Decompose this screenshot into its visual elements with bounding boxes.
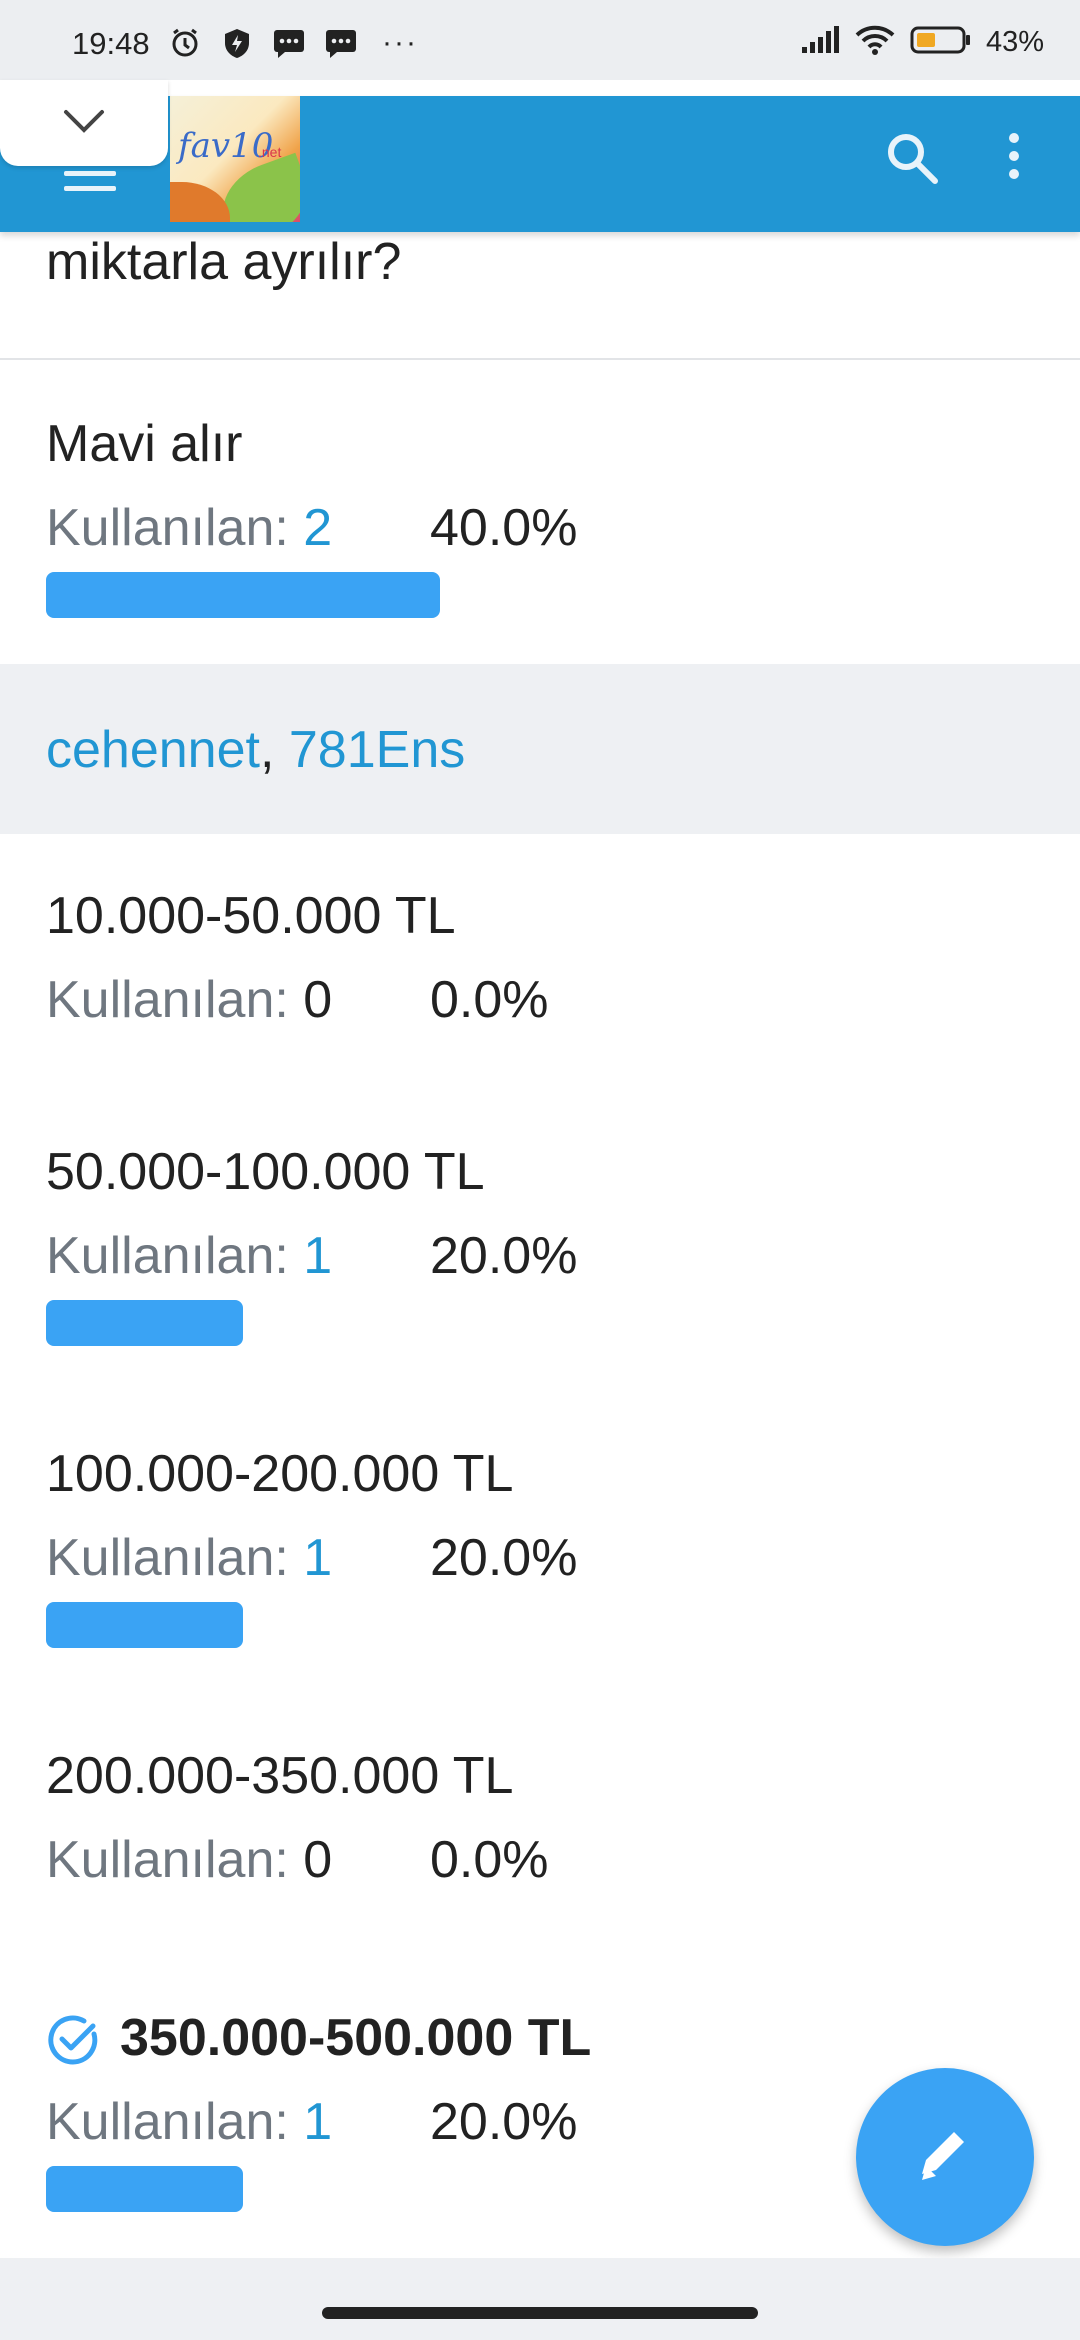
poll-option-percent: 20.0% (430, 1529, 578, 1587)
status-right: 43% (800, 24, 1044, 61)
poll-option-label: Mavi alır (46, 415, 243, 473)
voter-link[interactable]: cehennet (46, 721, 260, 779)
chevron-down-icon (64, 110, 104, 133)
poll-option-used: Kullanılan: 1 (46, 2092, 332, 2152)
poll-option-percent: 20.0% (430, 2093, 578, 2151)
poll-option-used: Kullanılan: 1 (46, 1226, 332, 1286)
poll-option-label: 50.000-100.000 TL (46, 1143, 485, 1201)
poll-option-used: Kullanılan: 0 (46, 970, 332, 1030)
poll-option-bar (46, 1300, 243, 1346)
vote-count-link[interactable]: 1 (303, 1227, 332, 1285)
status-time: 19:48 (72, 26, 150, 61)
logo-leaf (170, 182, 230, 222)
poll-option-bar (46, 2166, 243, 2212)
poll-option-used: Kullanılan: 1 (46, 1528, 332, 1588)
poll-option-label-selected: 350.000-500.000 TL (120, 2009, 592, 2067)
poll-option-label: 200.000-350.000 TL (46, 1747, 514, 1805)
wifi-icon (854, 24, 896, 61)
logo-suffix: .net (258, 144, 282, 160)
site-logo[interactable]: fav10 .net (170, 96, 300, 222)
poll-option-bar (46, 1602, 243, 1648)
search-button[interactable] (882, 128, 942, 188)
voter-link[interactable]: 781Ens (289, 721, 465, 779)
status-bar: 19:48 ··· 43% (0, 0, 1080, 80)
voters-list: cehennet, 781Ens (46, 720, 465, 780)
check-circle-icon (46, 2012, 102, 2068)
bottom-navigation-area (0, 2258, 1080, 2340)
poll-option-percent: 40.0% (430, 499, 578, 557)
vote-count: 0 (303, 971, 333, 1029)
poll-option-label: 100.000-200.000 TL (46, 1445, 514, 1503)
poll-option-percent: 20.0% (430, 1227, 578, 1285)
more-options-button[interactable] (996, 128, 1032, 188)
more-notifications-icon: ··· (382, 26, 418, 59)
used-label: Kullanılan: (46, 1529, 304, 1587)
vote-count-link[interactable]: 1 (303, 2093, 332, 2151)
edit-pencil-icon (922, 2132, 964, 2180)
message-icon (324, 26, 358, 60)
poll-option-bar (46, 572, 440, 618)
used-label: Kullanılan: (46, 1227, 304, 1285)
vote-count-link[interactable]: 1 (303, 1529, 332, 1587)
more-vert-icon (1009, 133, 1019, 179)
home-indicator[interactable] (322, 2307, 758, 2319)
used-label: Kullanılan: (46, 971, 304, 1029)
signal-icon (800, 25, 840, 60)
alarm-icon (168, 26, 202, 60)
collapse-button[interactable] (0, 80, 168, 166)
compose-fab[interactable] (856, 2068, 1034, 2246)
vote-count: 0 (303, 1831, 333, 1889)
used-label: Kullanılan: (46, 499, 304, 557)
search-icon (888, 134, 938, 184)
poll-option-percent: 0.0% (430, 971, 549, 1029)
used-label: Kullanılan: (46, 1831, 304, 1889)
voter-separator: , (259, 721, 289, 779)
status-notification-icons: ··· (168, 26, 418, 60)
poll-option-used: Kullanılan: 2 (46, 498, 332, 558)
message-icon (272, 26, 306, 60)
divider (0, 358, 1080, 360)
poll-question: miktarla ayrılır? (46, 233, 402, 291)
battery-percent: 43% (985, 26, 1044, 58)
vote-count-link[interactable]: 2 (303, 499, 332, 557)
poll-option-label: 10.000-50.000 TL (46, 887, 456, 945)
battery-icon (910, 25, 972, 60)
shield-icon (220, 26, 254, 60)
poll-option-percent: 0.0% (430, 1831, 549, 1889)
poll-option-used: Kullanılan: 0 (46, 1830, 332, 1890)
used-label: Kullanılan: (46, 2093, 304, 2151)
voters-section: cehennet, 781Ens (0, 664, 1080, 834)
